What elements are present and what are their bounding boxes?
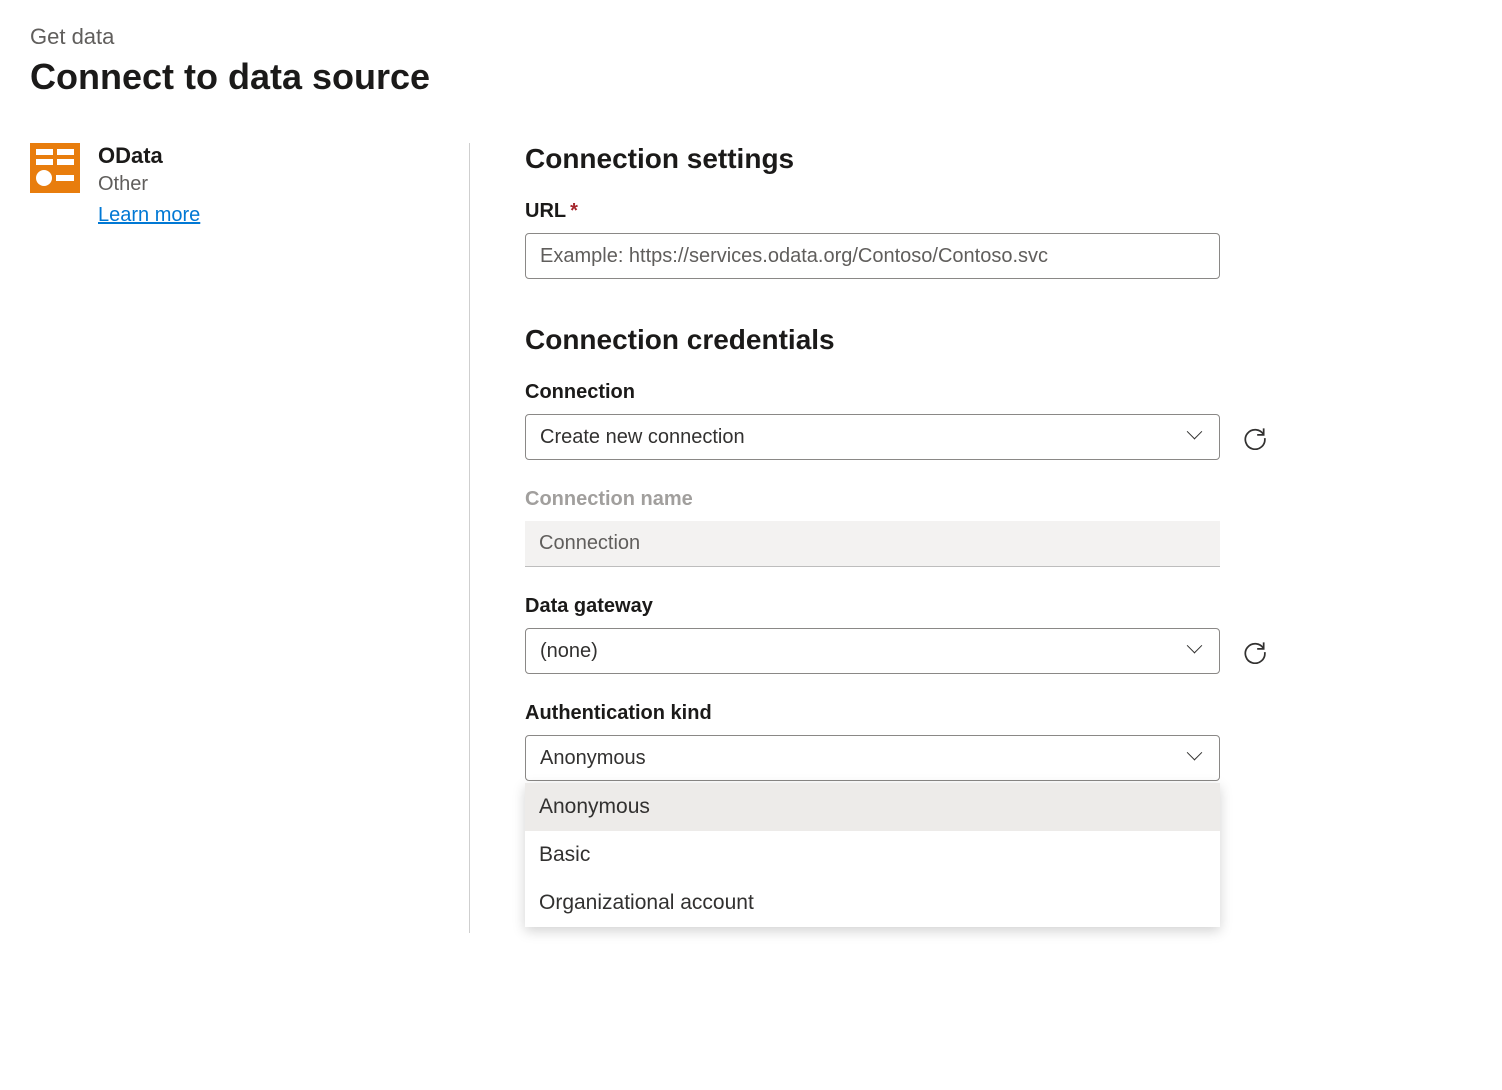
auth-option-organizational[interactable]: Organizational account: [525, 879, 1220, 927]
refresh-icon: [1242, 424, 1268, 450]
chevron-down-icon: [1189, 750, 1205, 766]
connector-category: Other: [98, 173, 200, 196]
required-indicator: *: [570, 200, 578, 222]
connection-settings-heading: Connection settings: [525, 143, 1430, 175]
authentication-kind-dropdown-value: Anonymous: [540, 747, 646, 770]
connection-name-label: Connection name: [525, 488, 1430, 511]
data-gateway-label: Data gateway: [525, 595, 1430, 618]
connection-dropdown[interactable]: Create new connection: [525, 414, 1220, 460]
auth-option-anonymous[interactable]: Anonymous: [525, 783, 1220, 831]
connection-label: Connection: [525, 381, 1430, 404]
main-panel: Connection settings URL* Connection cred…: [470, 143, 1430, 933]
connection-name-input: [525, 521, 1220, 567]
refresh-icon: [1242, 638, 1268, 664]
chevron-down-icon: [1189, 429, 1205, 445]
connector-name: OData: [98, 143, 200, 169]
refresh-connection-button[interactable]: [1240, 422, 1270, 452]
odata-connector-icon: [30, 143, 80, 193]
refresh-gateway-button[interactable]: [1240, 636, 1270, 666]
page-title: Connect to data source: [30, 56, 1472, 98]
learn-more-link[interactable]: Learn more: [98, 204, 200, 227]
auth-option-basic[interactable]: Basic: [525, 831, 1220, 879]
data-gateway-dropdown-value: (none): [540, 640, 598, 663]
chevron-down-icon: [1189, 643, 1205, 659]
authentication-kind-label: Authentication kind: [525, 702, 1430, 725]
connection-credentials-heading: Connection credentials: [525, 324, 1430, 356]
breadcrumb: Get data: [30, 24, 1472, 50]
url-label: URL*: [525, 200, 1430, 223]
connector-sidebar: OData Other Learn more: [30, 143, 470, 933]
authentication-kind-dropdown[interactable]: Anonymous: [525, 735, 1220, 781]
data-gateway-dropdown[interactable]: (none): [525, 628, 1220, 674]
authentication-kind-menu: Anonymous Basic Organizational account: [525, 783, 1220, 927]
url-input[interactable]: [525, 233, 1220, 279]
connection-dropdown-value: Create new connection: [540, 426, 745, 449]
